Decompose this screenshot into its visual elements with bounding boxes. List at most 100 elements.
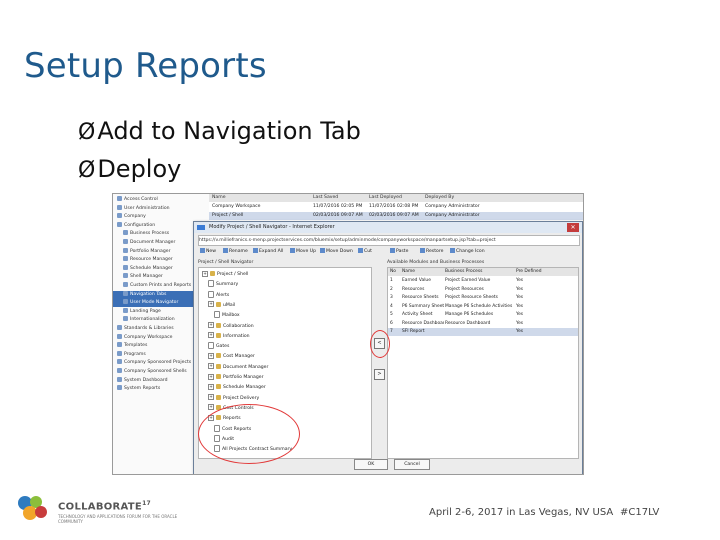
toolbar-button[interactable]: New xyxy=(200,247,216,257)
tree-node-icon xyxy=(117,333,122,339)
toolbar-button-label: Move Up xyxy=(296,249,317,254)
tree-node-icon xyxy=(123,239,128,244)
navigator-node-label: Collaboration xyxy=(223,323,254,329)
toolbar-button[interactable]: Cut xyxy=(358,247,372,257)
table-row[interactable]: 7 SFI Report Yes xyxy=(388,328,578,336)
address-bar[interactable]: https://v.milliefranics.s-menp.projectse… xyxy=(198,235,580,246)
table-row[interactable]: 3 Resource Sheets Project Resource Sheets Y… xyxy=(388,294,578,302)
tree-item-label: User Mode Navigator xyxy=(130,300,179,306)
navigator-node[interactable]: + Project Delivery xyxy=(208,394,259,403)
table-cell: Yes xyxy=(516,303,524,309)
table-cell: SFI Report xyxy=(402,329,425,334)
tree-item[interactable]: Company xyxy=(113,213,213,221)
folder-icon xyxy=(216,363,221,369)
table-row[interactable]: 4 P6 Summary Sheet Manage P6 Schedule Acti… xyxy=(388,303,578,311)
dialog-title: Modify Project / Shell Navigator - Inter… xyxy=(209,224,335,230)
navigator-node-label: Document Manager xyxy=(223,364,269,370)
table-cell: Activity Sheet xyxy=(402,312,433,317)
tree-item-label: Standards & Libraries xyxy=(124,326,174,331)
tree-node-icon xyxy=(123,273,128,279)
table-row[interactable]: 1 Earned Value Project Earned Value Yes xyxy=(388,277,578,285)
navigator-node-label: Alerts xyxy=(216,292,230,298)
navigator-node[interactable]: + Information xyxy=(208,332,250,341)
navigator-node[interactable]: + Collaboration xyxy=(208,322,254,331)
tree-item[interactable]: Access Control xyxy=(113,196,213,204)
toolbar-button[interactable]: Move Down xyxy=(320,247,353,257)
tree-node-icon xyxy=(117,204,122,210)
table-row[interactable]: 6 Resource Dashboard Resource Dashboard Yes xyxy=(388,320,578,328)
expand-icon[interactable]: + xyxy=(208,373,214,380)
toolbar-button[interactable]: Move Up xyxy=(290,247,316,257)
expand-icon[interactable]: + xyxy=(202,270,208,277)
navigator-node[interactable]: Alerts xyxy=(208,290,230,300)
tree-node-icon xyxy=(123,307,128,313)
tree-node-icon xyxy=(123,316,128,322)
tree-item-label: Business Process xyxy=(130,231,170,237)
table-cell: Resource Dashboard xyxy=(445,320,491,326)
navigator-node[interactable]: Gates xyxy=(208,342,229,351)
navigator-node[interactable]: + Portfolio Manager xyxy=(208,373,264,382)
tree-node-icon xyxy=(117,213,122,219)
toolbar-button-label: Restore xyxy=(426,249,444,254)
toolbar-button-label: Change Icon xyxy=(456,249,485,254)
table-row[interactable]: Company Workspace 11/07/2016 02:05 PM 11… xyxy=(209,203,583,211)
cancel-button[interactable]: Cancel xyxy=(394,459,430,470)
toolbar-icon xyxy=(290,248,295,253)
toolbar-button[interactable]: Restore xyxy=(420,247,443,257)
expand-icon[interactable]: + xyxy=(208,301,214,308)
logo-tagline: TECHNOLOGY AND APPLICATIONS FORUM FOR TH… xyxy=(58,514,178,524)
tree-item-label: Company Sponsored Projects xyxy=(124,360,192,366)
tree-item[interactable]: User Administration xyxy=(113,204,213,213)
table-cell: Earned Value xyxy=(402,278,431,283)
tree-node-icon xyxy=(123,247,128,253)
table-cell: 1 xyxy=(390,278,393,283)
table-cell: Resource Dashboard xyxy=(402,320,444,326)
navigator-dialog: Modify Project / Shell Navigator - Inter… xyxy=(193,221,583,474)
toolbar-button[interactable]: Change Icon xyxy=(450,247,485,257)
right-panel-label: Available Modules and Business Processes xyxy=(387,260,485,265)
grid-cell: 02/03/2016 09:07 AM xyxy=(369,213,419,218)
navigator-node-label: uMail xyxy=(223,302,236,308)
expand-icon[interactable]: + xyxy=(208,322,214,328)
table-row[interactable]: 2 Resources Project Resources Yes xyxy=(388,286,578,294)
toolbar-button-label: Cut xyxy=(364,249,372,254)
ok-button[interactable]: OK xyxy=(354,459,388,470)
navigator-node[interactable]: + uMail xyxy=(208,301,235,310)
toolbar-button-label: New xyxy=(206,249,217,254)
toolbar-button[interactable]: Expand All xyxy=(253,247,283,257)
toolbar-button[interactable]: Paste xyxy=(390,247,408,257)
table-header-cell: No xyxy=(390,269,396,274)
table-cell: Manage P6 Schedules xyxy=(445,312,494,317)
bullet-text: Deploy xyxy=(97,155,182,183)
table-cell: Yes xyxy=(516,278,524,283)
expand-icon[interactable]: + xyxy=(208,383,214,390)
tree-node-icon xyxy=(117,342,122,348)
move-right-button[interactable]: > xyxy=(374,369,385,380)
grid-header: Name Last Saved Last Deployed Deployed B… xyxy=(209,194,583,202)
navigator-node[interactable]: + Cost Manager xyxy=(208,352,255,361)
table-cell: 4 xyxy=(390,303,393,309)
navigator-node[interactable]: + Project / Shell xyxy=(202,270,248,279)
expand-icon[interactable]: + xyxy=(208,332,214,339)
document-icon xyxy=(208,290,214,298)
table-row[interactable]: Project / Shell 02/03/2016 09:07 AM 02/0… xyxy=(209,212,583,220)
table-cell: Yes xyxy=(516,312,524,317)
table-cell: Yes xyxy=(516,295,524,300)
toolbar-button[interactable]: Rename xyxy=(223,247,248,257)
table-header: No Name Business Process Pre Defined xyxy=(388,268,578,276)
expand-icon[interactable]: + xyxy=(208,404,214,411)
navigator-node[interactable]: + Document Manager xyxy=(208,363,268,372)
close-icon[interactable]: ✕ xyxy=(567,223,579,232)
expand-icon[interactable]: + xyxy=(208,363,214,370)
folder-icon xyxy=(216,353,221,359)
tree-node-icon xyxy=(117,376,122,382)
event-hashtag: #C17LV xyxy=(620,507,660,518)
table-row[interactable]: 5 Activity Sheet Manage P6 Schedules Yes xyxy=(388,311,578,319)
expand-icon[interactable]: + xyxy=(208,352,214,359)
navigator-node[interactable]: + Schedule Manager xyxy=(208,383,266,392)
navigator-node[interactable]: Summary xyxy=(208,280,238,289)
tree-node-icon xyxy=(117,359,122,365)
expand-icon[interactable]: + xyxy=(208,394,214,401)
navigator-node[interactable]: Mailbox xyxy=(214,311,240,320)
table-cell: Project Resources xyxy=(445,286,484,292)
